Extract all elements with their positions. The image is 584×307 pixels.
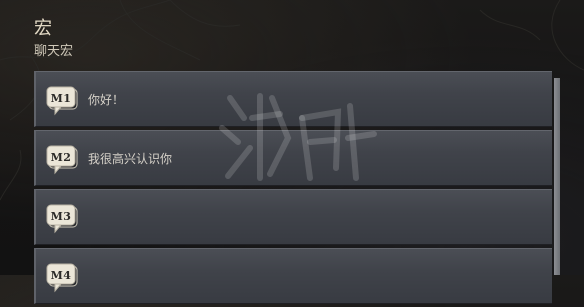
macro-badge-label: M4	[50, 269, 72, 282]
macro-text: 你好！	[88, 93, 125, 107]
chat-bubble-icon: M1	[46, 86, 78, 116]
macro-badge-label: M3	[50, 210, 72, 223]
macro-row-m2[interactable]: M2 我很高兴认识你	[34, 130, 552, 186]
macro-row-m3[interactable]: M3	[34, 189, 552, 245]
macro-header: 宏 聊天宏	[34, 18, 73, 60]
page-subtitle: 聊天宏	[34, 44, 74, 59]
chat-bubble-icon: M2	[46, 145, 78, 175]
scrollbar-track[interactable]	[554, 78, 560, 275]
macro-text: 我很高兴认识你	[88, 152, 173, 166]
macro-badge-label: M1	[50, 92, 72, 105]
macro-list: M1 你好！ M2 我很高兴认识你 M3 M4	[34, 71, 552, 307]
macro-row-m4[interactable]: M4	[34, 248, 552, 304]
page-title: 宏	[34, 18, 53, 39]
macro-badge-label: M2	[50, 151, 72, 164]
chat-bubble-icon: M4	[46, 263, 78, 293]
scrollbar-thumb[interactable]	[554, 78, 560, 275]
chat-bubble-icon: M3	[46, 204, 78, 234]
macro-row-m1[interactable]: M1 你好！	[34, 71, 552, 127]
